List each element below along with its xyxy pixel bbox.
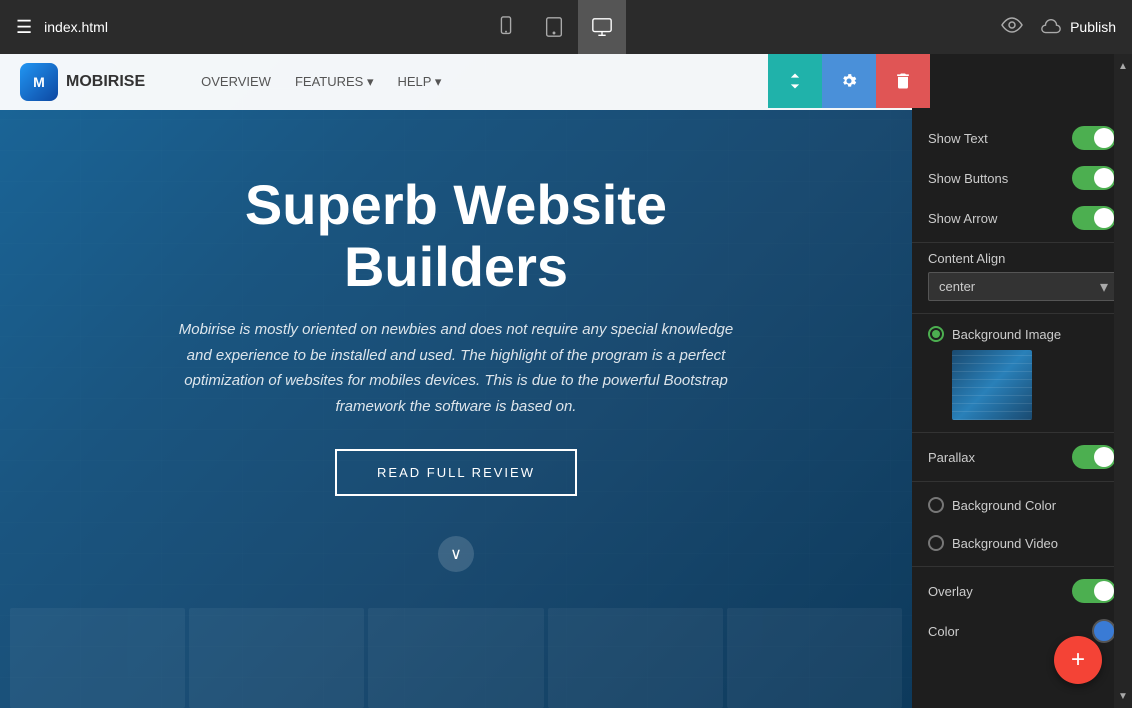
settings-button[interactable] bbox=[822, 54, 876, 108]
background-video-label: Background Video bbox=[952, 536, 1058, 551]
show-arrow-toggle[interactable] bbox=[1072, 206, 1116, 230]
background-color-label: Background Color bbox=[952, 498, 1056, 513]
show-text-toggle[interactable] bbox=[1072, 126, 1116, 150]
nav-features: FEATURES ▾ bbox=[295, 74, 374, 90]
nav-links: OVERVIEW FEATURES ▾ HELP ▾ bbox=[201, 74, 441, 90]
desktop-device-btn[interactable] bbox=[578, 0, 626, 54]
show-buttons-toggle[interactable] bbox=[1072, 166, 1116, 190]
strip-thumb-3 bbox=[368, 608, 543, 708]
scroll-controls: ▲ ▼ bbox=[1114, 54, 1132, 708]
gear-icon bbox=[839, 71, 859, 91]
nav-overview: OVERVIEW bbox=[201, 74, 271, 90]
preview-content: Superb Website Builders Mobirise is most… bbox=[0, 134, 912, 612]
divider-5 bbox=[912, 566, 1132, 567]
show-text-row: Show Text bbox=[912, 118, 1132, 158]
content-align-label: Content Align bbox=[928, 251, 1116, 266]
preview-icon[interactable] bbox=[1000, 13, 1024, 42]
strip-thumb-5 bbox=[727, 608, 902, 708]
scroll-up-arrow[interactable]: ▲ bbox=[1114, 54, 1132, 78]
parallax-row: Parallax bbox=[912, 437, 1132, 477]
preview-cta-button[interactable]: READ FULL REVIEW bbox=[335, 449, 577, 496]
panel-action-buttons bbox=[768, 54, 930, 108]
content-align-section: Content Align left center right bbox=[912, 247, 1132, 309]
overlay-label: Overlay bbox=[928, 584, 973, 599]
strip-thumb-4 bbox=[548, 608, 723, 708]
background-image-row: Background Image bbox=[928, 326, 1116, 342]
show-buttons-row: Show Buttons bbox=[912, 158, 1132, 198]
show-text-label: Show Text bbox=[928, 131, 988, 146]
background-image-label: Background Image bbox=[952, 327, 1061, 342]
tablet-device-btn[interactable] bbox=[530, 0, 578, 54]
show-arrow-row: Show Arrow bbox=[912, 198, 1132, 238]
parallax-label: Parallax bbox=[928, 450, 975, 465]
trash-icon bbox=[893, 71, 913, 91]
preview-heading: Superb Website Builders bbox=[245, 174, 667, 297]
nav-logo: M MOBIRISE bbox=[20, 63, 145, 101]
strip-thumb-1 bbox=[10, 608, 185, 708]
device-switcher bbox=[482, 0, 626, 54]
fab-add-button[interactable]: + bbox=[1054, 636, 1102, 684]
background-image-section: Background Image bbox=[912, 318, 1132, 428]
divider-2 bbox=[912, 313, 1132, 314]
logo-icon: M bbox=[20, 63, 58, 101]
divider-1 bbox=[912, 242, 1132, 243]
background-color-inner: Background Color bbox=[928, 497, 1056, 513]
color-label: Color bbox=[928, 624, 959, 639]
toolbar: ☰ index.html Publish bbox=[0, 0, 1132, 54]
show-arrow-label: Show Arrow bbox=[928, 211, 997, 226]
preview-body-text: Mobirise is mostly oriented on newbies a… bbox=[176, 317, 736, 419]
thumbnail-preview bbox=[952, 350, 1032, 420]
delete-button[interactable] bbox=[876, 54, 930, 108]
settings-panel: Show Text Show Buttons Show Arrow Conten… bbox=[912, 54, 1132, 708]
background-image-radio[interactable] bbox=[928, 326, 944, 342]
main-area: M MOBIRISE OVERVIEW FEATURES ▾ HELP ▾ DO… bbox=[0, 54, 1132, 708]
overlay-toggle[interactable] bbox=[1072, 579, 1116, 603]
parallax-toggle[interactable] bbox=[1072, 445, 1116, 469]
cloud-icon bbox=[1040, 16, 1062, 38]
background-video-row: Background Video bbox=[912, 524, 1132, 562]
reorder-icon bbox=[785, 71, 805, 91]
brand-name: MOBIRISE bbox=[66, 73, 145, 91]
divider-4 bbox=[912, 481, 1132, 482]
preview-thumbnail-strip bbox=[0, 578, 912, 708]
overlay-row: Overlay bbox=[912, 571, 1132, 611]
align-select-wrapper: left center right bbox=[928, 272, 1116, 301]
color-row: Color bbox=[912, 611, 1132, 651]
background-color-radio[interactable] bbox=[928, 497, 944, 513]
background-color-row: Background Color bbox=[912, 486, 1132, 524]
divider-3 bbox=[912, 432, 1132, 433]
background-image-thumbnail[interactable] bbox=[952, 350, 1032, 420]
menu-icon[interactable]: ☰ bbox=[16, 17, 32, 38]
preview-scroll-arrow: ∨ bbox=[438, 536, 474, 572]
nav-help: HELP ▾ bbox=[397, 74, 441, 90]
background-video-radio[interactable] bbox=[928, 535, 944, 551]
publish-button[interactable]: Publish bbox=[1040, 16, 1116, 38]
strip-thumb-2 bbox=[189, 608, 364, 708]
filename: index.html bbox=[44, 19, 108, 35]
preview-area: M MOBIRISE OVERVIEW FEATURES ▾ HELP ▾ DO… bbox=[0, 54, 912, 708]
background-video-inner: Background Video bbox=[928, 535, 1058, 551]
mobile-device-btn[interactable] bbox=[482, 0, 530, 54]
content-align-select[interactable]: left center right bbox=[928, 272, 1116, 301]
color-swatch[interactable] bbox=[1092, 619, 1116, 643]
show-buttons-label: Show Buttons bbox=[928, 171, 1008, 186]
publish-label: Publish bbox=[1070, 19, 1116, 35]
scroll-down-arrow[interactable]: ▼ bbox=[1114, 684, 1132, 708]
reorder-button[interactable] bbox=[768, 54, 822, 108]
